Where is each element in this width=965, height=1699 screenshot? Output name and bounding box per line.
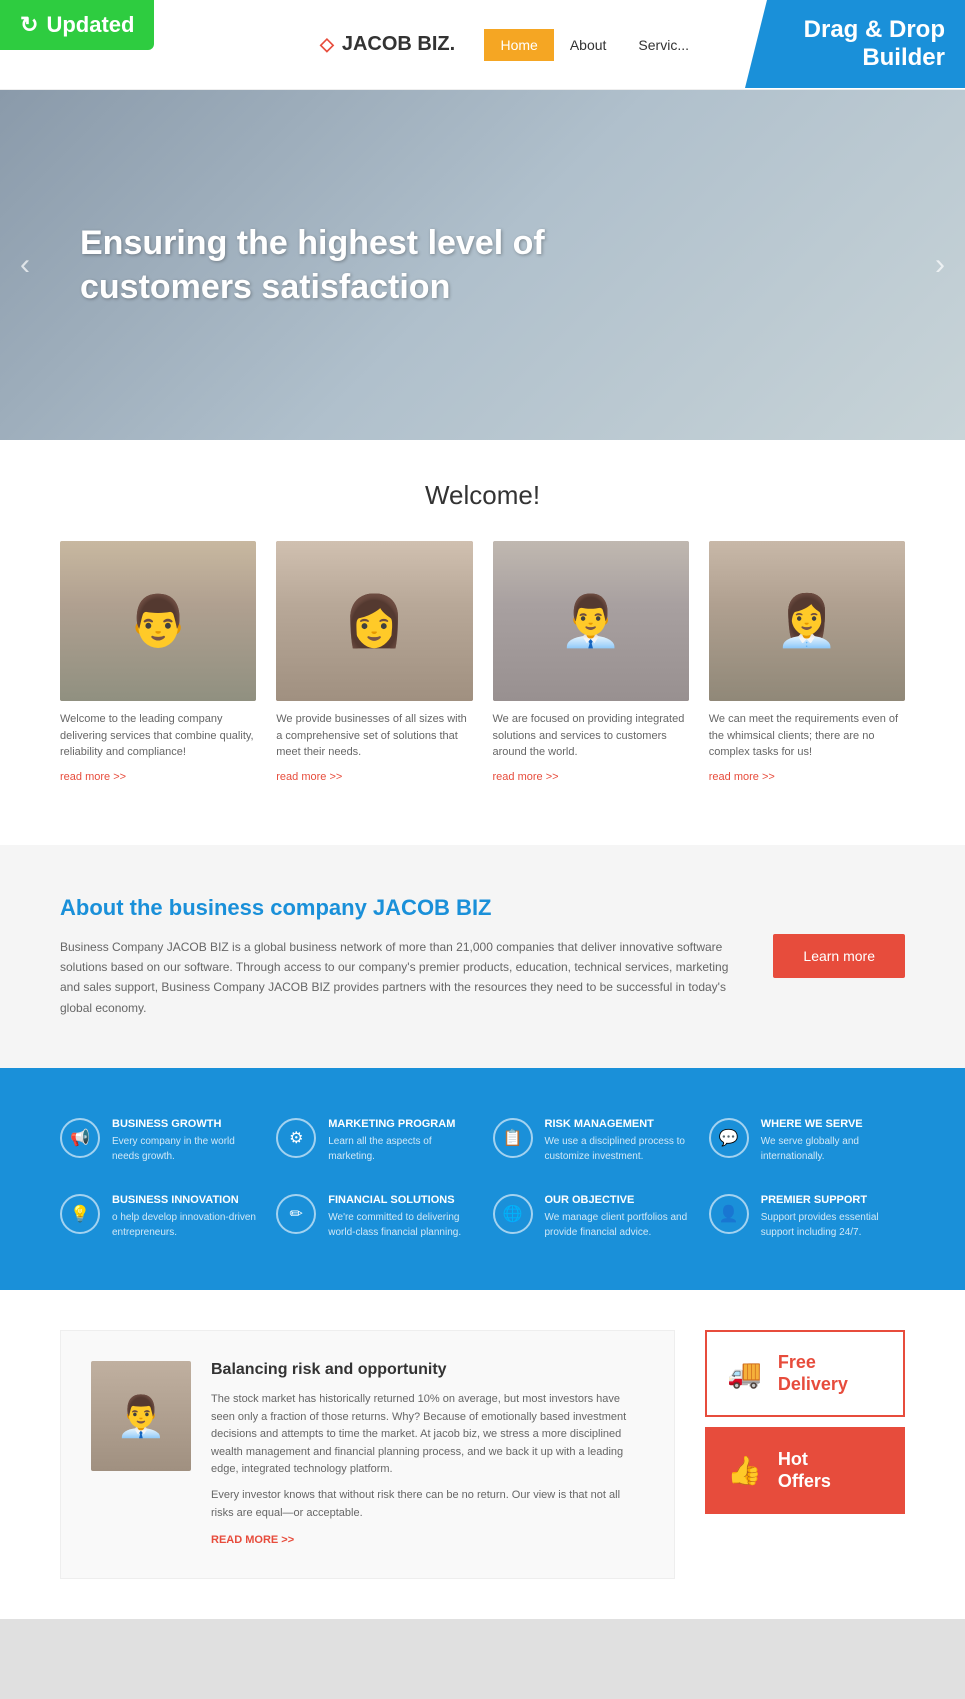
team-card-1: 👨 Welcome to the leading company deliver… <box>60 541 256 785</box>
team-link-1[interactable]: read more >> <box>60 771 126 783</box>
team-desc-1: Welcome to the leading company deliverin… <box>60 711 256 761</box>
team-card-2: 👩 We provide businesses of all sizes wit… <box>276 541 472 785</box>
team-link-2[interactable]: read more >> <box>276 771 342 783</box>
team-desc-3: We are focused on providing integrated s… <box>493 711 689 761</box>
learn-more-button[interactable]: Learn more <box>773 934 905 978</box>
feature-text-1: MARKETING PROGRAM Learn all the aspects … <box>328 1118 472 1164</box>
main-nav: Home About Servic... <box>484 29 705 61</box>
balance-card: 👨‍💼 Balancing risk and opportunity The s… <box>60 1330 675 1579</box>
team-card-4: 👩‍💼 We can meet the requirements even of… <box>709 541 905 785</box>
feature-item-6: 🌐 OUR OBJECTIVE We manage client portfol… <box>493 1194 689 1240</box>
feature-icon-6: 🌐 <box>493 1194 533 1234</box>
about-section: About the business company JACOB BIZ Bus… <box>0 845 965 1069</box>
drag-drop-line1: Drag & Drop <box>765 16 945 44</box>
hero-section: ‹ Ensuring the highest level of customer… <box>0 90 965 440</box>
nav-home[interactable]: Home <box>484 29 553 61</box>
feature-icon-7: 👤 <box>709 1194 749 1234</box>
feature-text-5: FINANCIAL SOLUTIONS We're committed to d… <box>328 1194 472 1240</box>
feature-item-2: 📋 RISK MANAGEMENT We use a disciplined p… <box>493 1118 689 1164</box>
feature-icon-0: 📢 <box>60 1118 100 1158</box>
team-grid: 👨 Welcome to the leading company deliver… <box>60 541 905 785</box>
feature-item-4: 💡 BUSINESS INNOVATION o help develop inn… <box>60 1194 256 1240</box>
team-desc-2: We provide businesses of all sizes with … <box>276 711 472 761</box>
hot-offers-card[interactable]: 👍 Hot Offers <box>705 1427 905 1514</box>
feature-item-5: ✏ FINANCIAL SOLUTIONS We're committed to… <box>276 1194 472 1240</box>
feature-icon-2: 📋 <box>493 1118 533 1158</box>
feature-item-0: 📢 BUSINESS GROWTH Every company in the w… <box>60 1118 256 1164</box>
team-photo-1: 👨 <box>60 541 256 701</box>
nav-about[interactable]: About <box>554 29 623 61</box>
about-content: About the business company JACOB BIZ Bus… <box>60 895 733 1019</box>
bottom-section: 👨‍💼 Balancing risk and opportunity The s… <box>0 1290 965 1619</box>
feature-text-3: WHERE WE SERVE We serve globally and int… <box>761 1118 905 1164</box>
drag-drop-badge: Drag & Drop Builder <box>745 0 965 88</box>
feature-text-0: BUSINESS GROWTH Every company in the wor… <box>112 1118 256 1164</box>
feature-text-7: PREMIER SUPPORT Support provides essenti… <box>761 1194 905 1240</box>
diamond-icon: ◇ <box>320 34 334 55</box>
updated-badge: ↻ Updated <box>0 0 154 50</box>
hero-left-arrow[interactable]: ‹ <box>20 248 30 282</box>
footer-area <box>0 1619 965 1699</box>
logo-text: JACOB BIZ. <box>342 33 455 56</box>
updated-label: Updated <box>46 12 134 38</box>
about-description: Business Company JACOB BIZ is a global b… <box>60 937 733 1019</box>
delivery-text: Free Delivery <box>778 1352 848 1395</box>
hero-text: Ensuring the highest level of customers … <box>0 221 660 309</box>
welcome-title: Welcome! <box>60 480 905 511</box>
drag-drop-line2: Builder <box>765 44 945 72</box>
feature-icon-4: 💡 <box>60 1194 100 1234</box>
feature-text-4: BUSINESS INNOVATION o help develop innov… <box>112 1194 256 1240</box>
logo: ◇ JACOB BIZ. <box>320 33 455 56</box>
nav-services[interactable]: Servic... <box>622 29 705 61</box>
feature-icon-1: ⚙ <box>276 1118 316 1158</box>
team-photo-3: 👨‍💼 <box>493 541 689 701</box>
hero-headline: Ensuring the highest level of customers … <box>80 221 580 309</box>
balance-para-1: The stock market has historically return… <box>211 1391 644 1479</box>
feature-item-3: 💬 WHERE WE SERVE We serve globally and i… <box>709 1118 905 1164</box>
free-delivery-card[interactable]: 🚚 Free Delivery <box>705 1330 905 1417</box>
feature-text-2: RISK MANAGEMENT We use a disciplined pro… <box>545 1118 689 1164</box>
hot-offers-text: Hot Offers <box>778 1449 831 1492</box>
feature-icon-5: ✏ <box>276 1194 316 1234</box>
feature-text-6: OUR OBJECTIVE We manage client portfolio… <box>545 1194 689 1240</box>
welcome-section: Welcome! 👨 Welcome to the leading compan… <box>0 440 965 845</box>
balance-photo: 👨‍💼 <box>91 1361 191 1471</box>
feature-item-7: 👤 PREMIER SUPPORT Support provides essen… <box>709 1194 905 1240</box>
feature-icon-3: 💬 <box>709 1118 749 1158</box>
balance-read-more[interactable]: READ MORE >> <box>211 1534 294 1546</box>
features-section: 📢 BUSINESS GROWTH Every company in the w… <box>0 1068 965 1290</box>
team-link-4[interactable]: read more >> <box>709 771 775 783</box>
team-link-3[interactable]: read more >> <box>493 771 559 783</box>
delivery-icon: 🚚 <box>727 1357 762 1390</box>
about-title: About the business company JACOB BIZ <box>60 895 733 921</box>
team-photo-2: 👩 <box>276 541 472 701</box>
features-grid: 📢 BUSINESS GROWTH Every company in the w… <box>60 1118 905 1240</box>
hero-right-arrow[interactable]: › <box>935 248 945 282</box>
team-desc-4: We can meet the requirements even of the… <box>709 711 905 761</box>
hot-offers-icon: 👍 <box>727 1454 762 1487</box>
balance-title: Balancing risk and opportunity <box>211 1361 644 1379</box>
side-cards: 🚚 Free Delivery 👍 Hot Offers <box>705 1330 905 1579</box>
feature-item-1: ⚙ MARKETING PROGRAM Learn all the aspect… <box>276 1118 472 1164</box>
balance-text-content: Balancing risk and opportunity The stock… <box>211 1361 644 1548</box>
team-card-3: 👨‍💼 We are focused on providing integrat… <box>493 541 689 785</box>
balance-para-2: Every investor knows that without risk t… <box>211 1487 644 1522</box>
team-photo-4: 👩‍💼 <box>709 541 905 701</box>
sync-icon: ↻ <box>20 12 38 38</box>
